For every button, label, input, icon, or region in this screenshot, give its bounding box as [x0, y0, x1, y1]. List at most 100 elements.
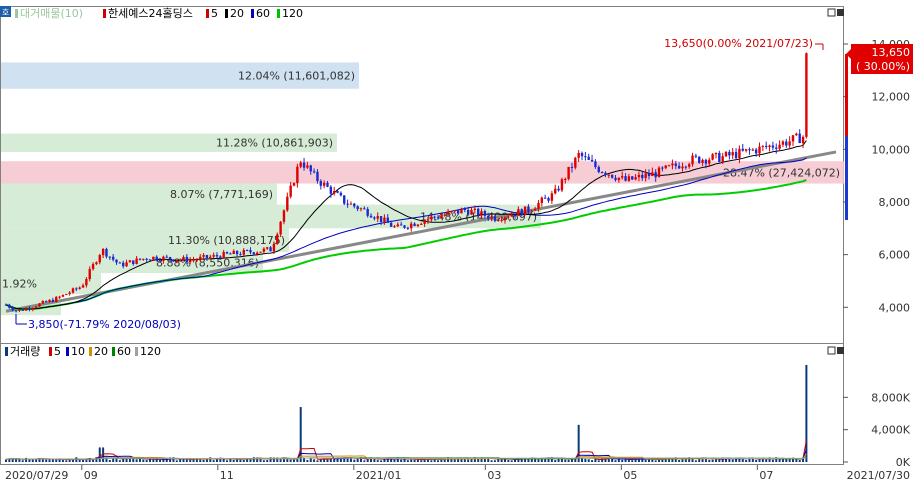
- high-annotation: 13,650(0.00% 2021/07/23): [664, 37, 813, 50]
- candle-body: [600, 172, 604, 174]
- candle-body: [14, 310, 18, 312]
- candle-body: [476, 208, 480, 216]
- volume-bar: [279, 459, 282, 462]
- candle-body: [349, 203, 353, 205]
- candle-body: [249, 250, 252, 253]
- x-tick-label: 05: [623, 469, 637, 482]
- volume-bar: [98, 447, 101, 462]
- candle-body: [266, 247, 269, 249]
- candle-body: [738, 148, 741, 159]
- x-axis: 2020/07/29 2021/07/30 09 11 2021/01 03 05 07: [5, 465, 910, 482]
- legend-swatch: [103, 9, 106, 18]
- volume-bar: [564, 459, 567, 462]
- volume-bar: [745, 460, 748, 462]
- legend-label: 한세예스24홀딩스: [108, 7, 193, 20]
- volume-bar: [356, 458, 359, 462]
- candle-body: [480, 211, 483, 216]
- candle-body: [376, 216, 379, 219]
- legend-label: 거래량: [10, 345, 40, 358]
- candle-body: [4, 304, 8, 306]
- candle-body: [487, 215, 490, 219]
- legend-label: 120: [282, 7, 303, 20]
- volume-profile-band: [1, 161, 844, 184]
- candle-body: [135, 258, 138, 265]
- candle-body: [644, 173, 647, 179]
- close-icon[interactable]: [837, 347, 844, 354]
- candle-body: [168, 257, 172, 260]
- candle-body: [788, 141, 791, 146]
- candle-body: [728, 151, 731, 156]
- candle-body: [88, 269, 91, 280]
- candle-body: [286, 196, 289, 211]
- candle-body: [262, 248, 266, 252]
- candle-body: [507, 216, 510, 218]
- candle-body: [55, 297, 58, 302]
- candle-body: [634, 177, 637, 180]
- candle-body: [564, 179, 567, 181]
- candle-body: [296, 166, 299, 184]
- candle-body: [801, 136, 805, 143]
- volume-bar: [597, 460, 600, 462]
- candle-body: [212, 255, 215, 257]
- candle-body: [152, 256, 155, 260]
- y-tick-label: 12,000: [872, 91, 911, 104]
- candle-body: [433, 216, 436, 218]
- candle-body: [158, 260, 162, 262]
- candle-body: [122, 262, 125, 267]
- candle-body: [517, 209, 520, 216]
- candle-body: [353, 203, 356, 207]
- candle-body: [403, 225, 406, 228]
- candle-body: [470, 209, 473, 215]
- volume-bar: [259, 458, 262, 462]
- candle-body: [627, 176, 631, 181]
- candle-body: [98, 255, 101, 263]
- candle-body: [393, 226, 396, 228]
- candle-body: [778, 144, 781, 149]
- candle-body: [590, 159, 594, 162]
- candle-body: [359, 208, 363, 210]
- candle-body: [346, 203, 349, 205]
- candle-body: [366, 209, 369, 216]
- candle-body: [205, 255, 209, 258]
- candle-body: [199, 256, 202, 260]
- last-price-change: ( 30.00%): [856, 60, 910, 73]
- volume-bar: [678, 460, 681, 462]
- volume-bar: [527, 459, 530, 462]
- candle-body: [85, 279, 88, 286]
- candle-body: [523, 206, 527, 216]
- legend-swatch: [112, 347, 115, 356]
- volume-bar: [621, 459, 624, 462]
- candle-body: [724, 151, 728, 157]
- volume-bar: [731, 459, 734, 462]
- candle-body: [748, 149, 751, 151]
- candle-body: [557, 188, 560, 191]
- candle-body: [460, 208, 463, 214]
- legend-swatch: [225, 9, 228, 18]
- candle-body: [373, 217, 376, 219]
- x-tick-label: 11: [220, 469, 234, 482]
- candle-body: [754, 149, 758, 154]
- candle-body: [165, 256, 168, 258]
- close-icon[interactable]: [837, 9, 844, 16]
- candle-body: [242, 250, 245, 255]
- candle-body: [81, 285, 85, 288]
- candle-body: [336, 191, 339, 193]
- candle-body: [567, 166, 570, 180]
- volume-bar: [443, 459, 446, 462]
- candle-body: [513, 214, 517, 216]
- candle-body: [497, 220, 500, 222]
- candle-body: [691, 155, 694, 165]
- volume-bar: [788, 459, 791, 462]
- candle-body: [343, 195, 346, 204]
- candle-body: [8, 304, 11, 308]
- volume-profile-label: 11.28% (10,861,903): [216, 137, 333, 150]
- volume-bar: [293, 459, 296, 462]
- legend-label: 60: [256, 7, 270, 20]
- volume-bar: [420, 460, 423, 462]
- candle-body: [115, 259, 118, 263]
- volume-bar: [236, 459, 239, 462]
- legend-swatch: [251, 9, 254, 18]
- candle-body: [574, 157, 577, 168]
- candle-body: [463, 208, 467, 211]
- candle-body: [677, 165, 681, 169]
